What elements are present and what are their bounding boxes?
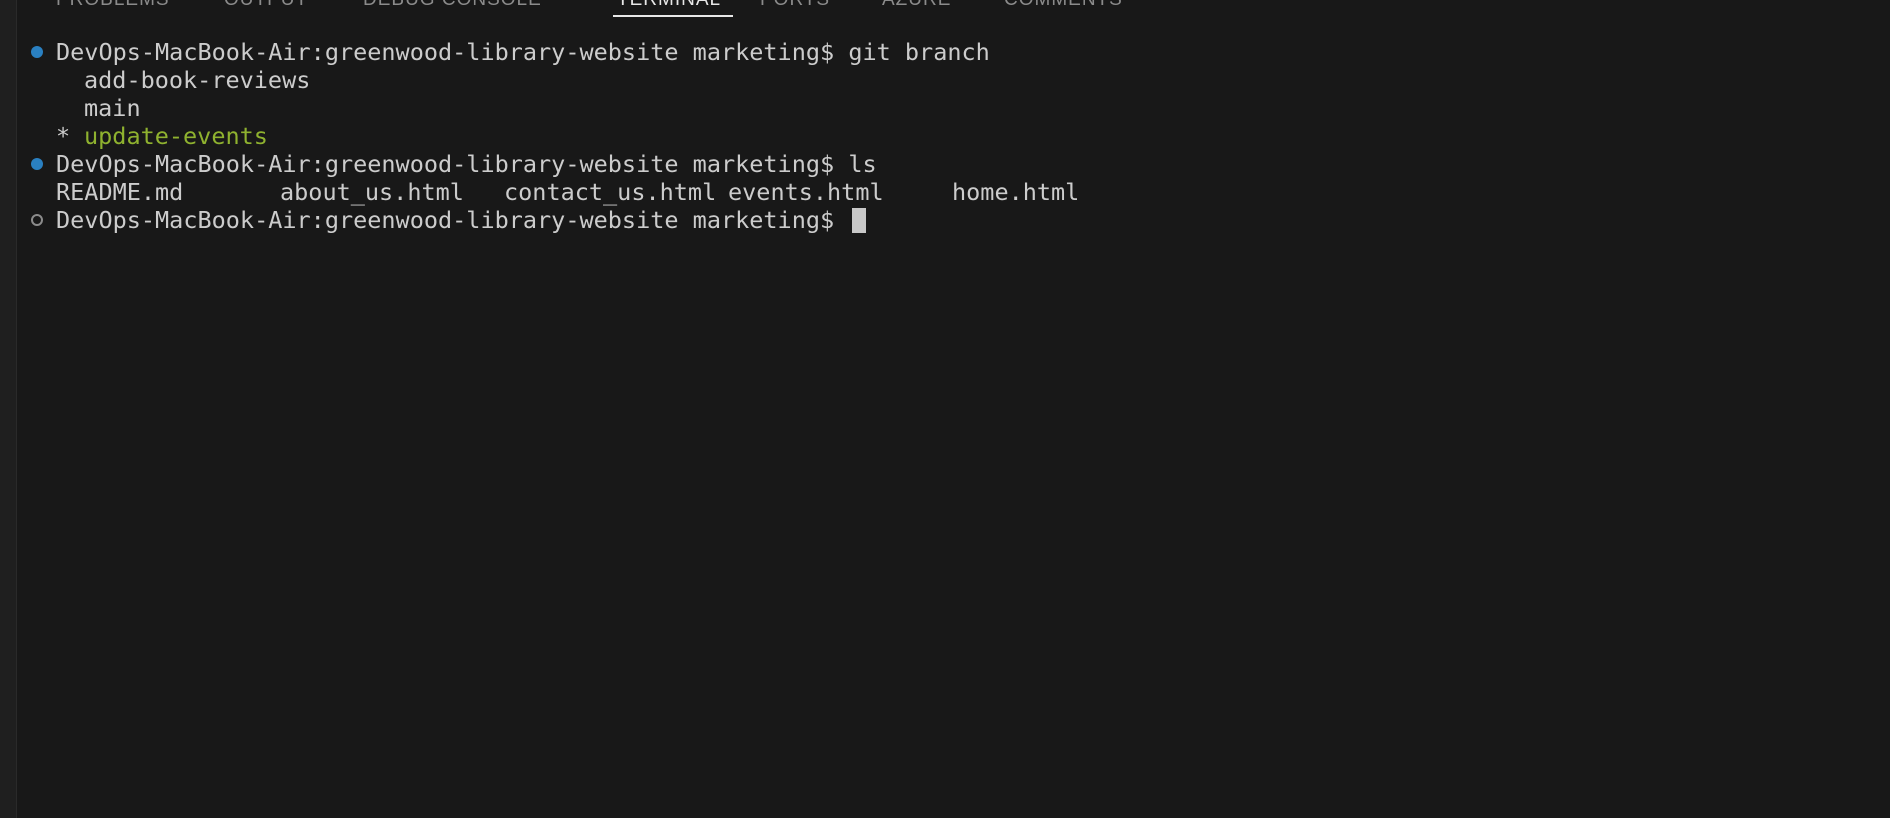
terminal-cursor <box>852 208 867 233</box>
current-branch-name: update-events <box>84 122 268 150</box>
terminal-line-prompt: DevOps-MacBook-Air:greenwood-library-web… <box>16 206 1890 234</box>
command-success-icon[interactable] <box>31 46 43 58</box>
file-entry: about_us.html <box>280 178 464 206</box>
terminal-line-command: DevOps-MacBook-Air:greenwood-library-web… <box>16 150 1890 178</box>
tab-terminal[interactable]: TERMINAL <box>617 0 721 11</box>
shell-prompt: DevOps-MacBook-Air:greenwood-library-web… <box>56 150 835 178</box>
branch-name: main <box>84 94 141 122</box>
file-entry: events.html <box>728 178 884 206</box>
current-branch-marker: * <box>56 122 71 150</box>
file-entry: contact_us.html <box>504 178 717 206</box>
command-pending-icon <box>31 214 43 226</box>
command-success-icon[interactable] <box>31 158 43 170</box>
active-tab-indicator <box>613 15 733 17</box>
file-entry: home.html <box>952 178 1080 206</box>
command-text: git branch <box>848 38 990 66</box>
terminal-output[interactable]: DevOps-MacBook-Air:greenwood-library-web… <box>16 38 1890 818</box>
branch-line-current: * update-events <box>16 122 1890 150</box>
branch-line: add-book-reviews <box>16 66 1890 94</box>
branch-name: add-book-reviews <box>84 66 311 94</box>
branch-line: main <box>16 94 1890 122</box>
shell-prompt: DevOps-MacBook-Air:greenwood-library-web… <box>56 38 835 66</box>
activity-edge <box>0 0 17 818</box>
panel-tab-bar: PROBLEMS OUTPUT DEBUG CONSOLE TERMINAL P… <box>16 0 1890 20</box>
file-entry: README.md <box>56 178 184 206</box>
tab-debug-console[interactable]: DEBUG CONSOLE <box>363 0 542 11</box>
tab-comments[interactable]: COMMENTS <box>1004 0 1123 11</box>
tab-azure[interactable]: AZURE <box>882 0 951 11</box>
command-text: ls <box>848 150 877 178</box>
tab-output[interactable]: OUTPUT <box>224 0 308 11</box>
shell-prompt: DevOps-MacBook-Air:greenwood-library-web… <box>56 206 835 234</box>
ls-output-line: README.md about_us.html contact_us.html … <box>16 178 1890 206</box>
tab-ports[interactable]: PORTS <box>760 0 830 11</box>
terminal-line-command: DevOps-MacBook-Air:greenwood-library-web… <box>16 38 1890 66</box>
tab-problems[interactable]: PROBLEMS <box>56 0 170 11</box>
